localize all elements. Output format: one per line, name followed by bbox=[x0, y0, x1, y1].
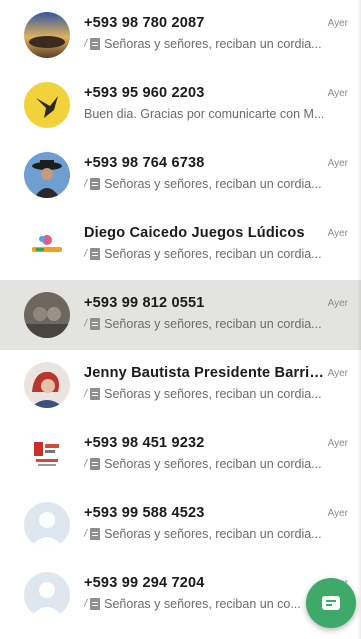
contact-name: +593 99 294 7204 bbox=[84, 575, 205, 591]
contact-avatar[interactable] bbox=[24, 82, 70, 128]
message-time: Ayer bbox=[327, 298, 348, 309]
contact-name: +593 99 812 0551 bbox=[84, 295, 205, 311]
document-icon bbox=[90, 528, 101, 540]
preview-text: Señoras y señores, reciban un cordia... bbox=[104, 247, 322, 261]
preview-text: Buen dia. Gracias por comunicarte con M.… bbox=[84, 107, 325, 121]
preview-text: Señoras y señores, reciban un cordia... bbox=[104, 527, 322, 541]
contact-name: +593 98 764 6738 bbox=[84, 155, 205, 171]
contact-name: +593 98 780 2087 bbox=[84, 15, 205, 31]
chat-row[interactable]: +593 99 812 0551 Ayer // Señoras y señor… bbox=[0, 280, 361, 350]
message-time: Ayer bbox=[327, 368, 348, 379]
message-preview: Buen dia. Gracias por comunicarte con M.… bbox=[84, 107, 348, 121]
preview-text: Señoras y señores, reciban un cordia... bbox=[104, 317, 322, 331]
document-icon bbox=[90, 178, 101, 190]
chat-row[interactable]: +593 98 764 6738 Ayer // Señoras y señor… bbox=[0, 140, 361, 210]
message-preview: // Señoras y señores, reciban un cordia.… bbox=[84, 37, 348, 51]
contact-avatar[interactable] bbox=[24, 152, 70, 198]
message-time: Ayer bbox=[327, 508, 348, 519]
document-icon bbox=[90, 318, 101, 330]
contact-name: Jenny Bautista Presidente Barrio... bbox=[84, 365, 324, 381]
default-avatar-icon[interactable] bbox=[24, 502, 70, 548]
contact-avatar[interactable] bbox=[24, 12, 70, 58]
chat-row[interactable]: +593 98 451 9232 Ayer // Señoras y señor… bbox=[0, 420, 361, 490]
new-chat-icon bbox=[322, 596, 340, 610]
message-time: Ayer bbox=[327, 88, 348, 99]
message-time: Ayer bbox=[327, 228, 348, 239]
chat-row[interactable]: Diego Caicedo Juegos Lúdicos Ayer // Señ… bbox=[0, 210, 361, 280]
message-preview: // Señoras y señores, reciban un cordia.… bbox=[84, 387, 348, 401]
chat-row[interactable]: +593 99 588 4523 Ayer // Señoras y señor… bbox=[0, 490, 361, 560]
message-time: Ayer bbox=[327, 18, 348, 29]
preview-text: Señoras y señores, reciban un co... bbox=[104, 597, 301, 611]
message-time: Ayer bbox=[327, 438, 348, 449]
chat-list-screen: +593 98 780 2087 Ayer // Señoras y señor… bbox=[0, 0, 361, 639]
contact-name: Diego Caicedo Juegos Lúdicos bbox=[84, 225, 305, 241]
edge-shadow bbox=[357, 0, 361, 639]
chat-row[interactable]: +593 95 960 2203 Ayer Buen dia. Gracias … bbox=[0, 70, 361, 140]
preview-text: Señoras y señores, reciban un cordia... bbox=[104, 37, 322, 51]
document-icon bbox=[90, 388, 101, 400]
document-icon bbox=[90, 458, 101, 470]
contact-avatar[interactable] bbox=[24, 292, 70, 338]
message-preview: // Señoras y señores, reciban un cordia.… bbox=[84, 457, 348, 471]
preview-text: Señoras y señores, reciban un cordia... bbox=[104, 457, 322, 471]
message-preview: // Señoras y señores, reciban un cordia.… bbox=[84, 247, 348, 261]
message-preview: // Señoras y señores, reciban un cordia.… bbox=[84, 317, 348, 331]
chat-list: +593 98 780 2087 Ayer // Señoras y señor… bbox=[0, 0, 361, 630]
chat-row[interactable]: +593 98 780 2087 Ayer // Señoras y señor… bbox=[0, 0, 361, 70]
contact-avatar[interactable] bbox=[24, 362, 70, 408]
document-icon bbox=[90, 38, 101, 50]
message-preview: // Señoras y señores, reciban un cordia.… bbox=[84, 177, 348, 191]
new-chat-button[interactable] bbox=[306, 578, 356, 628]
document-icon bbox=[90, 248, 101, 260]
preview-text: Señoras y señores, reciban un cordia... bbox=[104, 177, 322, 191]
chat-row[interactable]: Jenny Bautista Presidente Barrio... Ayer… bbox=[0, 350, 361, 420]
message-time: Ayer bbox=[327, 158, 348, 169]
contact-name: +593 99 588 4523 bbox=[84, 505, 205, 521]
message-preview: // Señoras y señores, reciban un cordia.… bbox=[84, 527, 348, 541]
default-avatar-icon[interactable] bbox=[24, 572, 70, 618]
preview-text: Señoras y señores, reciban un cordia... bbox=[104, 387, 322, 401]
document-icon bbox=[90, 598, 101, 610]
contact-name: +593 98 451 9232 bbox=[84, 435, 205, 451]
contact-avatar[interactable] bbox=[24, 432, 70, 478]
contact-avatar[interactable] bbox=[24, 222, 70, 268]
contact-name: +593 95 960 2203 bbox=[84, 85, 205, 101]
